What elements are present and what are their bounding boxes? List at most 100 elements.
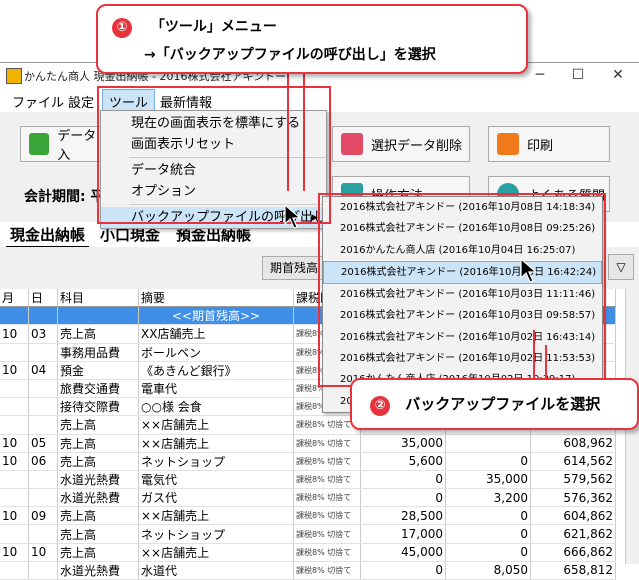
table-cell[interactable]: 売上高	[57, 524, 139, 544]
menu-settings[interactable]: 設定	[68, 92, 94, 111]
table-cell[interactable]: 売上高	[57, 415, 139, 435]
table-cell[interactable]	[28, 397, 58, 417]
table-cell[interactable]: 03	[28, 324, 58, 344]
table-cell[interactable]: ××店舗売上	[138, 415, 294, 435]
table-cell[interactable]	[28, 561, 58, 580]
column-header[interactable]: 摘要	[138, 289, 294, 308]
table-cell[interactable]: 0	[360, 488, 446, 508]
table-cell[interactable]: 35,000	[360, 434, 446, 453]
table-cell[interactable]	[28, 488, 58, 508]
table-cell[interactable]: 10	[0, 506, 29, 526]
table-cell[interactable]: 売上高	[57, 543, 139, 562]
table-cell[interactable]: 課税8% 切捨て	[293, 543, 361, 562]
table-cell[interactable]: 課税8% 切捨て	[293, 524, 361, 544]
table-cell[interactable]	[445, 434, 531, 453]
table-cell[interactable]: 09	[28, 506, 58, 526]
table-cell[interactable]	[28, 306, 58, 326]
column-header[interactable]: 科目	[57, 289, 139, 308]
table-row[interactable]: 売上高 ネットショップ 課税8% 切捨て 17,000 0 621,862	[0, 524, 616, 544]
table-cell[interactable]: ネットショップ	[138, 452, 294, 471]
table-cell[interactable]	[28, 470, 58, 490]
table-cell[interactable]: 水道光熱費	[57, 470, 139, 490]
table-cell[interactable]: ××店舗売上	[138, 506, 294, 526]
table-cell[interactable]	[0, 379, 29, 399]
table-cell[interactable]: 10	[0, 361, 29, 380]
table-cell[interactable]	[0, 561, 29, 580]
table-cell[interactable]: 電車代	[138, 379, 294, 399]
table-cell[interactable]: ○○様 会食	[138, 397, 294, 417]
table-cell[interactable]: 10	[0, 324, 29, 344]
table-cell[interactable]: 658,812	[530, 561, 616, 580]
table-cell[interactable]: 614,562	[530, 452, 616, 471]
table-cell[interactable]: 売上高	[57, 434, 139, 453]
table-cell[interactable]: 10	[0, 543, 29, 562]
table-row[interactable]: 10 05 売上高 ××店舗売上 課税8% 切捨て 35,000 608,962	[0, 434, 616, 453]
table-cell[interactable]: 621,862	[530, 524, 616, 544]
table-cell[interactable]: 水道光熱費	[57, 561, 139, 580]
table-cell[interactable]: ボールペン	[138, 343, 294, 362]
table-cell[interactable]	[28, 343, 58, 362]
table-cell[interactable]: 10	[28, 543, 58, 562]
close-button[interactable]: ✕	[598, 64, 638, 86]
table-cell[interactable]: ネットショップ	[138, 524, 294, 544]
table-cell[interactable]: 604,862	[530, 506, 616, 526]
table-cell[interactable]	[28, 524, 58, 544]
table-cell[interactable]: 課税8% 切捨て	[293, 434, 361, 453]
tab-cash-book[interactable]: 現金出納帳	[6, 224, 90, 248]
table-cell[interactable]: 水道代	[138, 561, 294, 580]
table-cell[interactable]: ガス代	[138, 488, 294, 508]
table-cell[interactable]: XX店舗売上	[138, 324, 294, 344]
table-cell[interactable]	[0, 470, 29, 490]
table-cell[interactable]: 576,362	[530, 488, 616, 508]
table-cell[interactable]: 45,000	[360, 543, 446, 562]
column-header[interactable]: 月	[0, 289, 29, 308]
table-cell[interactable]: 608,962	[530, 434, 616, 453]
table-cell[interactable]: 579,562	[530, 470, 616, 490]
table-cell[interactable]: 0	[445, 506, 531, 526]
table-cell[interactable]: 課税8% 切捨て	[293, 506, 361, 526]
delete-selected-button[interactable]: 選択データ削除	[332, 126, 470, 162]
table-cell[interactable]: 電気代	[138, 470, 294, 490]
table-cell[interactable]: 課税8% 切捨て	[293, 561, 361, 580]
data-input-button[interactable]: データ入	[20, 126, 106, 163]
table-cell[interactable]: 0	[360, 561, 446, 580]
table-cell[interactable]	[28, 379, 58, 399]
table-cell[interactable]: 35,000	[445, 470, 531, 490]
table-cell[interactable]: 666,862	[530, 543, 616, 562]
menu-file[interactable]: ファイル	[12, 92, 64, 111]
table-cell[interactable]: 売上高	[57, 452, 139, 471]
table-cell[interactable]	[28, 415, 58, 435]
table-cell[interactable]: ××店舗売上	[138, 434, 294, 453]
table-cell[interactable]: 04	[28, 361, 58, 380]
opening-balance-button[interactable]: 期首残高	[262, 256, 326, 280]
table-cell[interactable]	[0, 306, 29, 326]
table-cell[interactable]	[0, 343, 29, 362]
print-button[interactable]: 印刷	[488, 126, 610, 162]
table-cell[interactable]: 接待交際費	[57, 397, 139, 417]
table-cell[interactable]: 10	[0, 434, 29, 453]
table-cell[interactable]	[57, 306, 139, 326]
table-row[interactable]: 水道光熱費 ガス代 課税8% 切捨て 0 3,200 576,362	[0, 488, 616, 508]
table-row[interactable]: 10 10 売上高 ××店舗売上 課税8% 切捨て 45,000 0 666,862	[0, 543, 616, 562]
table-cell[interactable]: 17,000	[360, 524, 446, 544]
table-cell[interactable]: 課税8% 切捨て	[293, 488, 361, 508]
table-row[interactable]: 10 06 売上高 ネットショップ 課税8% 切捨て 5,600 0 614,562	[0, 452, 616, 471]
table-cell[interactable]: 売上高	[57, 506, 139, 526]
table-cell[interactable]: 8,050	[445, 561, 531, 580]
table-cell[interactable]: 28,500	[360, 506, 446, 526]
table-cell[interactable]	[0, 397, 29, 417]
table-cell[interactable]: 5,600	[360, 452, 446, 471]
table-cell[interactable]: 課税8% 切捨て	[293, 470, 361, 490]
table-cell[interactable]	[0, 524, 29, 544]
table-row[interactable]: 水道光熱費 水道代 課税8% 切捨て 0 8,050 658,812	[0, 561, 616, 580]
maximize-button[interactable]: ☐	[558, 64, 598, 86]
filter-icon[interactable]: ▽	[608, 254, 634, 280]
column-header[interactable]: 日	[28, 289, 58, 308]
table-cell[interactable]: 10	[0, 452, 29, 471]
table-cell[interactable]: 《あきんど銀行》	[138, 361, 294, 380]
table-cell[interactable]: <<期首残高>>	[138, 306, 294, 326]
table-cell[interactable]: 課税8% 切捨て	[293, 452, 361, 471]
table-row[interactable]: 10 09 売上高 ××店舗売上 課税8% 切捨て 28,500 0 604,862	[0, 506, 616, 526]
table-cell[interactable]	[0, 488, 29, 508]
table-row[interactable]: 水道光熱費 電気代 課税8% 切捨て 0 35,000 579,562	[0, 470, 616, 490]
